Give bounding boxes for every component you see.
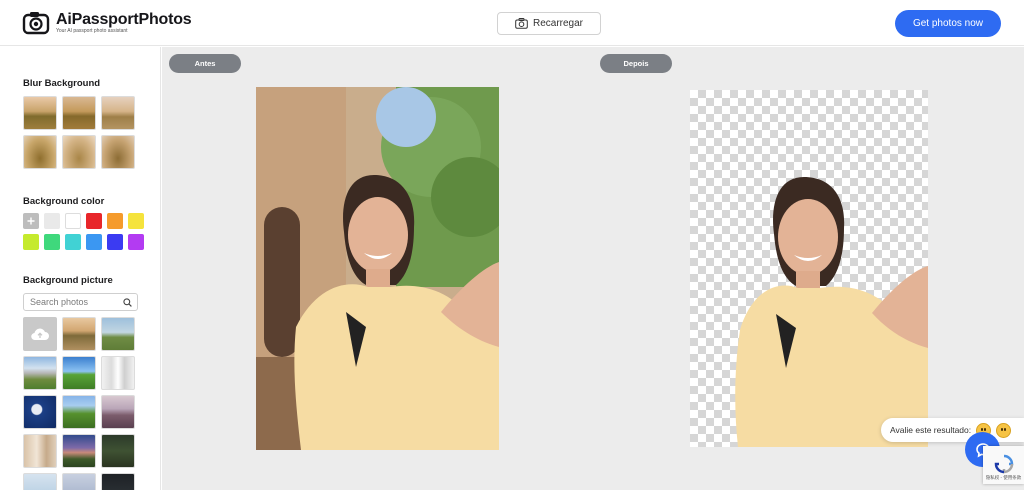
color-swatch[interactable] xyxy=(86,213,102,229)
color-swatch[interactable] xyxy=(65,213,81,229)
background-picture[interactable] xyxy=(101,395,135,429)
blur-option[interactable] xyxy=(101,135,135,169)
search-icon xyxy=(123,298,132,307)
background-picture[interactable] xyxy=(23,356,57,390)
background-picture[interactable] xyxy=(101,434,135,468)
color-swatches xyxy=(23,213,144,250)
color-swatch[interactable] xyxy=(86,234,102,250)
background-color-title: Background color xyxy=(23,196,105,207)
logo-subtitle: Your AI passport photo assistant xyxy=(56,28,128,34)
background-picture-title: Background picture xyxy=(23,275,113,286)
background-picture[interactable] xyxy=(62,473,96,490)
color-swatch[interactable] xyxy=(65,234,81,250)
blur-option[interactable] xyxy=(62,96,96,130)
search-placeholder: Search photos xyxy=(30,297,89,307)
recaptcha-icon xyxy=(994,454,1013,474)
blur-option[interactable] xyxy=(23,96,57,130)
background-pictures xyxy=(23,317,135,490)
after-photo xyxy=(690,90,928,447)
background-picture[interactable] xyxy=(62,356,96,390)
background-picture[interactable] xyxy=(101,356,135,390)
before-photo xyxy=(256,87,499,450)
after-photo-illustration xyxy=(735,177,928,447)
color-swatch[interactable] xyxy=(107,234,123,250)
color-swatch[interactable] xyxy=(128,213,144,229)
upload-cloud-icon xyxy=(31,328,49,341)
camera-icon xyxy=(515,18,528,29)
upload-picture-button[interactable] xyxy=(23,317,57,351)
logo-title: AiPassportPhotos xyxy=(56,11,192,28)
before-label: Antes xyxy=(169,54,241,73)
background-picture[interactable] xyxy=(62,434,96,468)
blur-option[interactable] xyxy=(23,135,57,169)
rating-widget: Avalie este resultado: xyxy=(881,418,1024,442)
recaptcha-text: 隐私权 - 使用条款 xyxy=(985,475,1022,480)
blur-options xyxy=(23,96,135,169)
background-picture[interactable] xyxy=(23,434,57,468)
color-swatch[interactable] xyxy=(44,234,60,250)
camera-logo-icon xyxy=(22,12,50,35)
blur-option[interactable] xyxy=(62,135,96,169)
color-swatch[interactable] xyxy=(44,213,60,229)
rating-prompt: Avalie este resultado: xyxy=(890,425,972,435)
color-swatch[interactable] xyxy=(128,234,144,250)
add-color-button[interactable] xyxy=(23,213,39,229)
background-picture[interactable] xyxy=(62,395,96,429)
sad-face-icon[interactable] xyxy=(996,422,1012,438)
recaptcha-badge: 隐私权 - 使用条款 xyxy=(983,446,1024,484)
top-header: AiPassportPhotos Your AI passport photo … xyxy=(0,0,1024,46)
background-picture[interactable] xyxy=(23,473,57,490)
search-photos-input[interactable]: Search photos xyxy=(23,293,138,311)
plus-icon xyxy=(27,217,35,225)
blur-option[interactable] xyxy=(101,96,135,130)
background-picture[interactable] xyxy=(62,317,96,351)
background-picture[interactable] xyxy=(23,395,57,429)
reload-label: Recarregar xyxy=(532,18,584,29)
color-swatch[interactable] xyxy=(23,234,39,250)
after-label: Depois xyxy=(600,54,672,73)
before-photo-illustration xyxy=(256,87,499,450)
logo[interactable]: AiPassportPhotos Your AI passport photo … xyxy=(22,10,192,36)
get-photos-button[interactable]: Get photos now xyxy=(895,10,1001,37)
reload-button[interactable]: Recarregar xyxy=(497,12,601,35)
background-picture[interactable] xyxy=(101,473,135,490)
background-picture[interactable] xyxy=(101,317,135,351)
blur-background-title: Blur Background xyxy=(23,78,101,89)
sidebar: Blur Background Background color Backgro… xyxy=(0,47,161,490)
color-swatch[interactable] xyxy=(107,213,123,229)
